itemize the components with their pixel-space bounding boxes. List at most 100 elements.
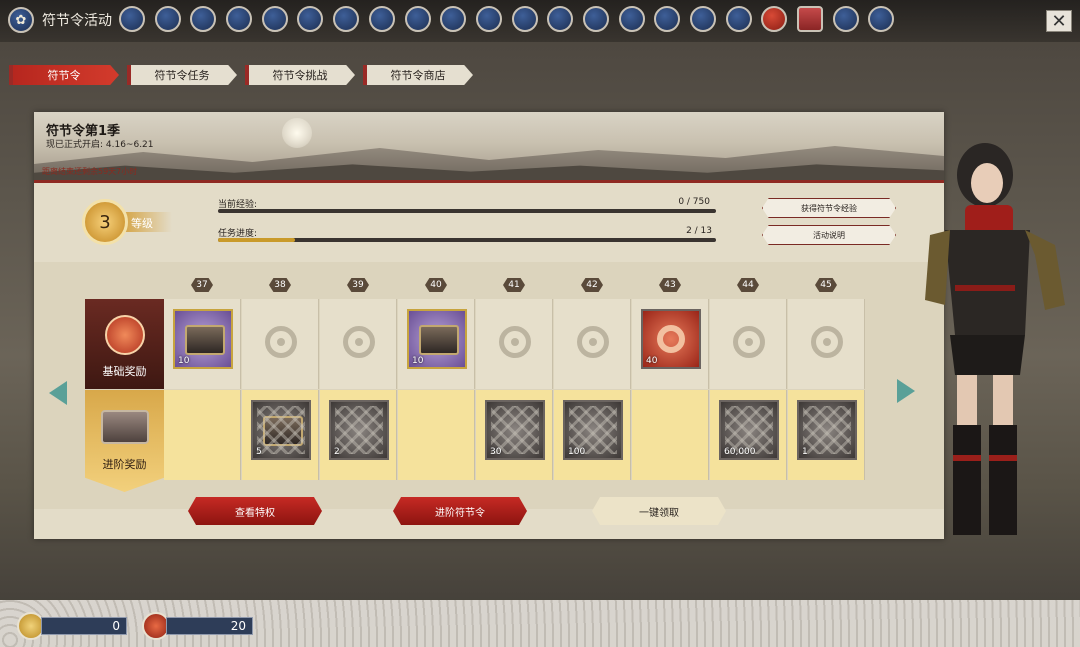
adv-reward-cell[interactable]: 30 xyxy=(476,390,553,480)
reward-quantity: 60,000 xyxy=(724,447,756,457)
chest-shape xyxy=(185,325,225,355)
reward-quantity: 1 xyxy=(802,447,808,457)
adv-reward-cell[interactable]: 2 xyxy=(320,390,397,480)
locked-item-icon: 1 xyxy=(797,400,857,460)
tab-bar: 符节令 符节令任务 符节令挑战 符节令商店 xyxy=(9,65,473,85)
ui-icon-2[interactable] xyxy=(154,6,181,32)
tab-label: 符节令 xyxy=(47,69,81,82)
ui-icon-22[interactable] xyxy=(868,6,895,32)
knot-shape xyxy=(657,325,685,353)
exp-value: 0 / 750 xyxy=(678,197,710,207)
task-value: 2 / 13 xyxy=(686,226,712,236)
knot-currency: 20 xyxy=(142,612,253,640)
adv-reward-cell[interactable] xyxy=(398,390,475,480)
season-open-text: 现已正式开启: 4.16~6.21 xyxy=(46,140,154,150)
tab-1[interactable]: 符节令任务 xyxy=(127,65,237,85)
ui-icon-4[interactable] xyxy=(226,6,253,32)
tab-0[interactable]: 符节令 xyxy=(9,65,119,85)
view-privileges-button[interactable]: 查看特权 xyxy=(188,497,322,525)
advanced-reward-label: 进阶奖励 xyxy=(102,458,147,471)
adv-reward-cell[interactable]: 100 xyxy=(554,390,631,480)
ui-icon-12[interactable] xyxy=(511,6,538,32)
ui-icon-13[interactable] xyxy=(547,6,574,32)
knot-placeholder-icon xyxy=(265,326,297,358)
adv-reward-cell[interactable]: 60,000 xyxy=(710,390,787,480)
advanced-reward-row-label: 进阶奖励 xyxy=(85,390,164,492)
knot-placeholder-icon xyxy=(811,326,843,358)
ui-icon-6[interactable] xyxy=(297,6,324,32)
ui-icon-20[interactable] xyxy=(797,6,824,32)
level-tag: 37 xyxy=(191,278,213,292)
knot-amount: 20 xyxy=(166,617,253,635)
ui-icon-14[interactable] xyxy=(582,6,609,32)
reward-quantity: 30 xyxy=(490,447,502,457)
reward-quantity: 5 xyxy=(256,447,262,457)
ui-icon-9[interactable] xyxy=(404,6,431,32)
claim-all-button[interactable]: 一键领取 xyxy=(592,497,726,525)
ui-icon-16[interactable] xyxy=(654,6,681,32)
knot-placeholder-icon xyxy=(577,326,609,358)
level-tag: 44 xyxy=(737,278,759,292)
tab-3[interactable]: 符节令商店 xyxy=(363,65,473,85)
ui-icon-19[interactable] xyxy=(761,6,788,32)
ui-icon-8[interactable] xyxy=(368,6,395,32)
ui-icon-15[interactable] xyxy=(618,6,645,32)
adv-reward-cell[interactable] xyxy=(164,390,241,480)
basic-reward-cell[interactable]: 40 xyxy=(632,299,709,389)
level-tag: 43 xyxy=(659,278,681,292)
ui-icon-7[interactable] xyxy=(333,6,360,32)
level-tag: 45 xyxy=(815,278,837,292)
level-tag: 41 xyxy=(503,278,525,292)
ui-icon-11[interactable] xyxy=(475,6,502,32)
knot-placeholder-icon xyxy=(733,326,765,358)
gold-currency: 0 xyxy=(17,612,127,640)
ui-icon-18[interactable] xyxy=(725,6,752,32)
sun-decoration xyxy=(282,118,312,148)
ui-icon-17[interactable] xyxy=(690,6,716,32)
basic-reward-cell[interactable] xyxy=(242,299,319,389)
basic-reward-cell[interactable] xyxy=(554,299,631,389)
basic-reward-cell[interactable] xyxy=(320,299,397,389)
ui-icon-21[interactable] xyxy=(832,6,859,32)
chain-lock-icon xyxy=(335,406,383,454)
chest-shape xyxy=(419,325,459,355)
chain-lock-icon xyxy=(803,406,851,454)
season-time-left: 距离结束还剩余59天7小时 xyxy=(42,167,138,176)
adv-reward-cell[interactable]: 5 xyxy=(242,390,319,480)
basic-reward-cell[interactable]: 10 xyxy=(164,299,241,389)
battle-pass-panel: 符节令第1季 现已正式开启: 4.16~6.21 距离结束还剩余59天7小时 3… xyxy=(34,112,944,539)
reward-quantity: 40 xyxy=(646,356,658,366)
adv-reward-cell[interactable]: 1 xyxy=(788,390,865,480)
level-tag: 40 xyxy=(425,278,447,292)
ui-icon-3[interactable] xyxy=(190,6,217,32)
chain-lock-icon xyxy=(257,406,305,454)
tab-2[interactable]: 符节令挑战 xyxy=(245,65,355,85)
reward-quantity: 10 xyxy=(412,356,424,366)
activity-icon-strip xyxy=(119,6,895,32)
adv-reward-cell[interactable] xyxy=(632,390,709,480)
reward-quantity: 2 xyxy=(334,447,340,457)
locked-item-icon: 100 xyxy=(563,400,623,460)
event-emblem-icon: ✿ xyxy=(8,7,34,33)
basic-reward-label: 基础奖励 xyxy=(102,365,147,378)
season-banner: 符节令第1季 现已正式开启: 4.16~6.21 距离结束还剩余59天7小时 xyxy=(34,112,944,180)
top-bar: ✿ 符节令活动 ✕ xyxy=(0,0,1080,42)
get-exp-button[interactable]: 获得符节令经验 xyxy=(762,198,896,218)
basic-reward-cell[interactable] xyxy=(476,299,553,389)
ui-icon-10[interactable] xyxy=(440,6,467,32)
scroll-left-arrow-icon[interactable] xyxy=(49,381,67,405)
exp-progress-bar xyxy=(218,209,716,213)
reward-quantity: 100 xyxy=(568,447,586,457)
advance-pass-button[interactable]: 进阶符节令 xyxy=(393,497,527,525)
ui-icon-5[interactable] xyxy=(261,6,288,32)
treasure-chest-icon xyxy=(100,410,149,444)
level-badge: 3 xyxy=(82,199,128,245)
locked-item-icon: 60,000 xyxy=(719,400,779,460)
basic-reward-cell[interactable] xyxy=(788,299,865,389)
help-button[interactable]: 活动说明 xyxy=(762,225,896,245)
basic-reward-cell[interactable]: 10 xyxy=(398,299,475,389)
basic-reward-cell[interactable] xyxy=(710,299,787,389)
knot-placeholder-icon xyxy=(499,326,531,358)
close-button[interactable]: ✕ xyxy=(1046,10,1072,32)
ui-icon-1[interactable] xyxy=(119,6,145,32)
